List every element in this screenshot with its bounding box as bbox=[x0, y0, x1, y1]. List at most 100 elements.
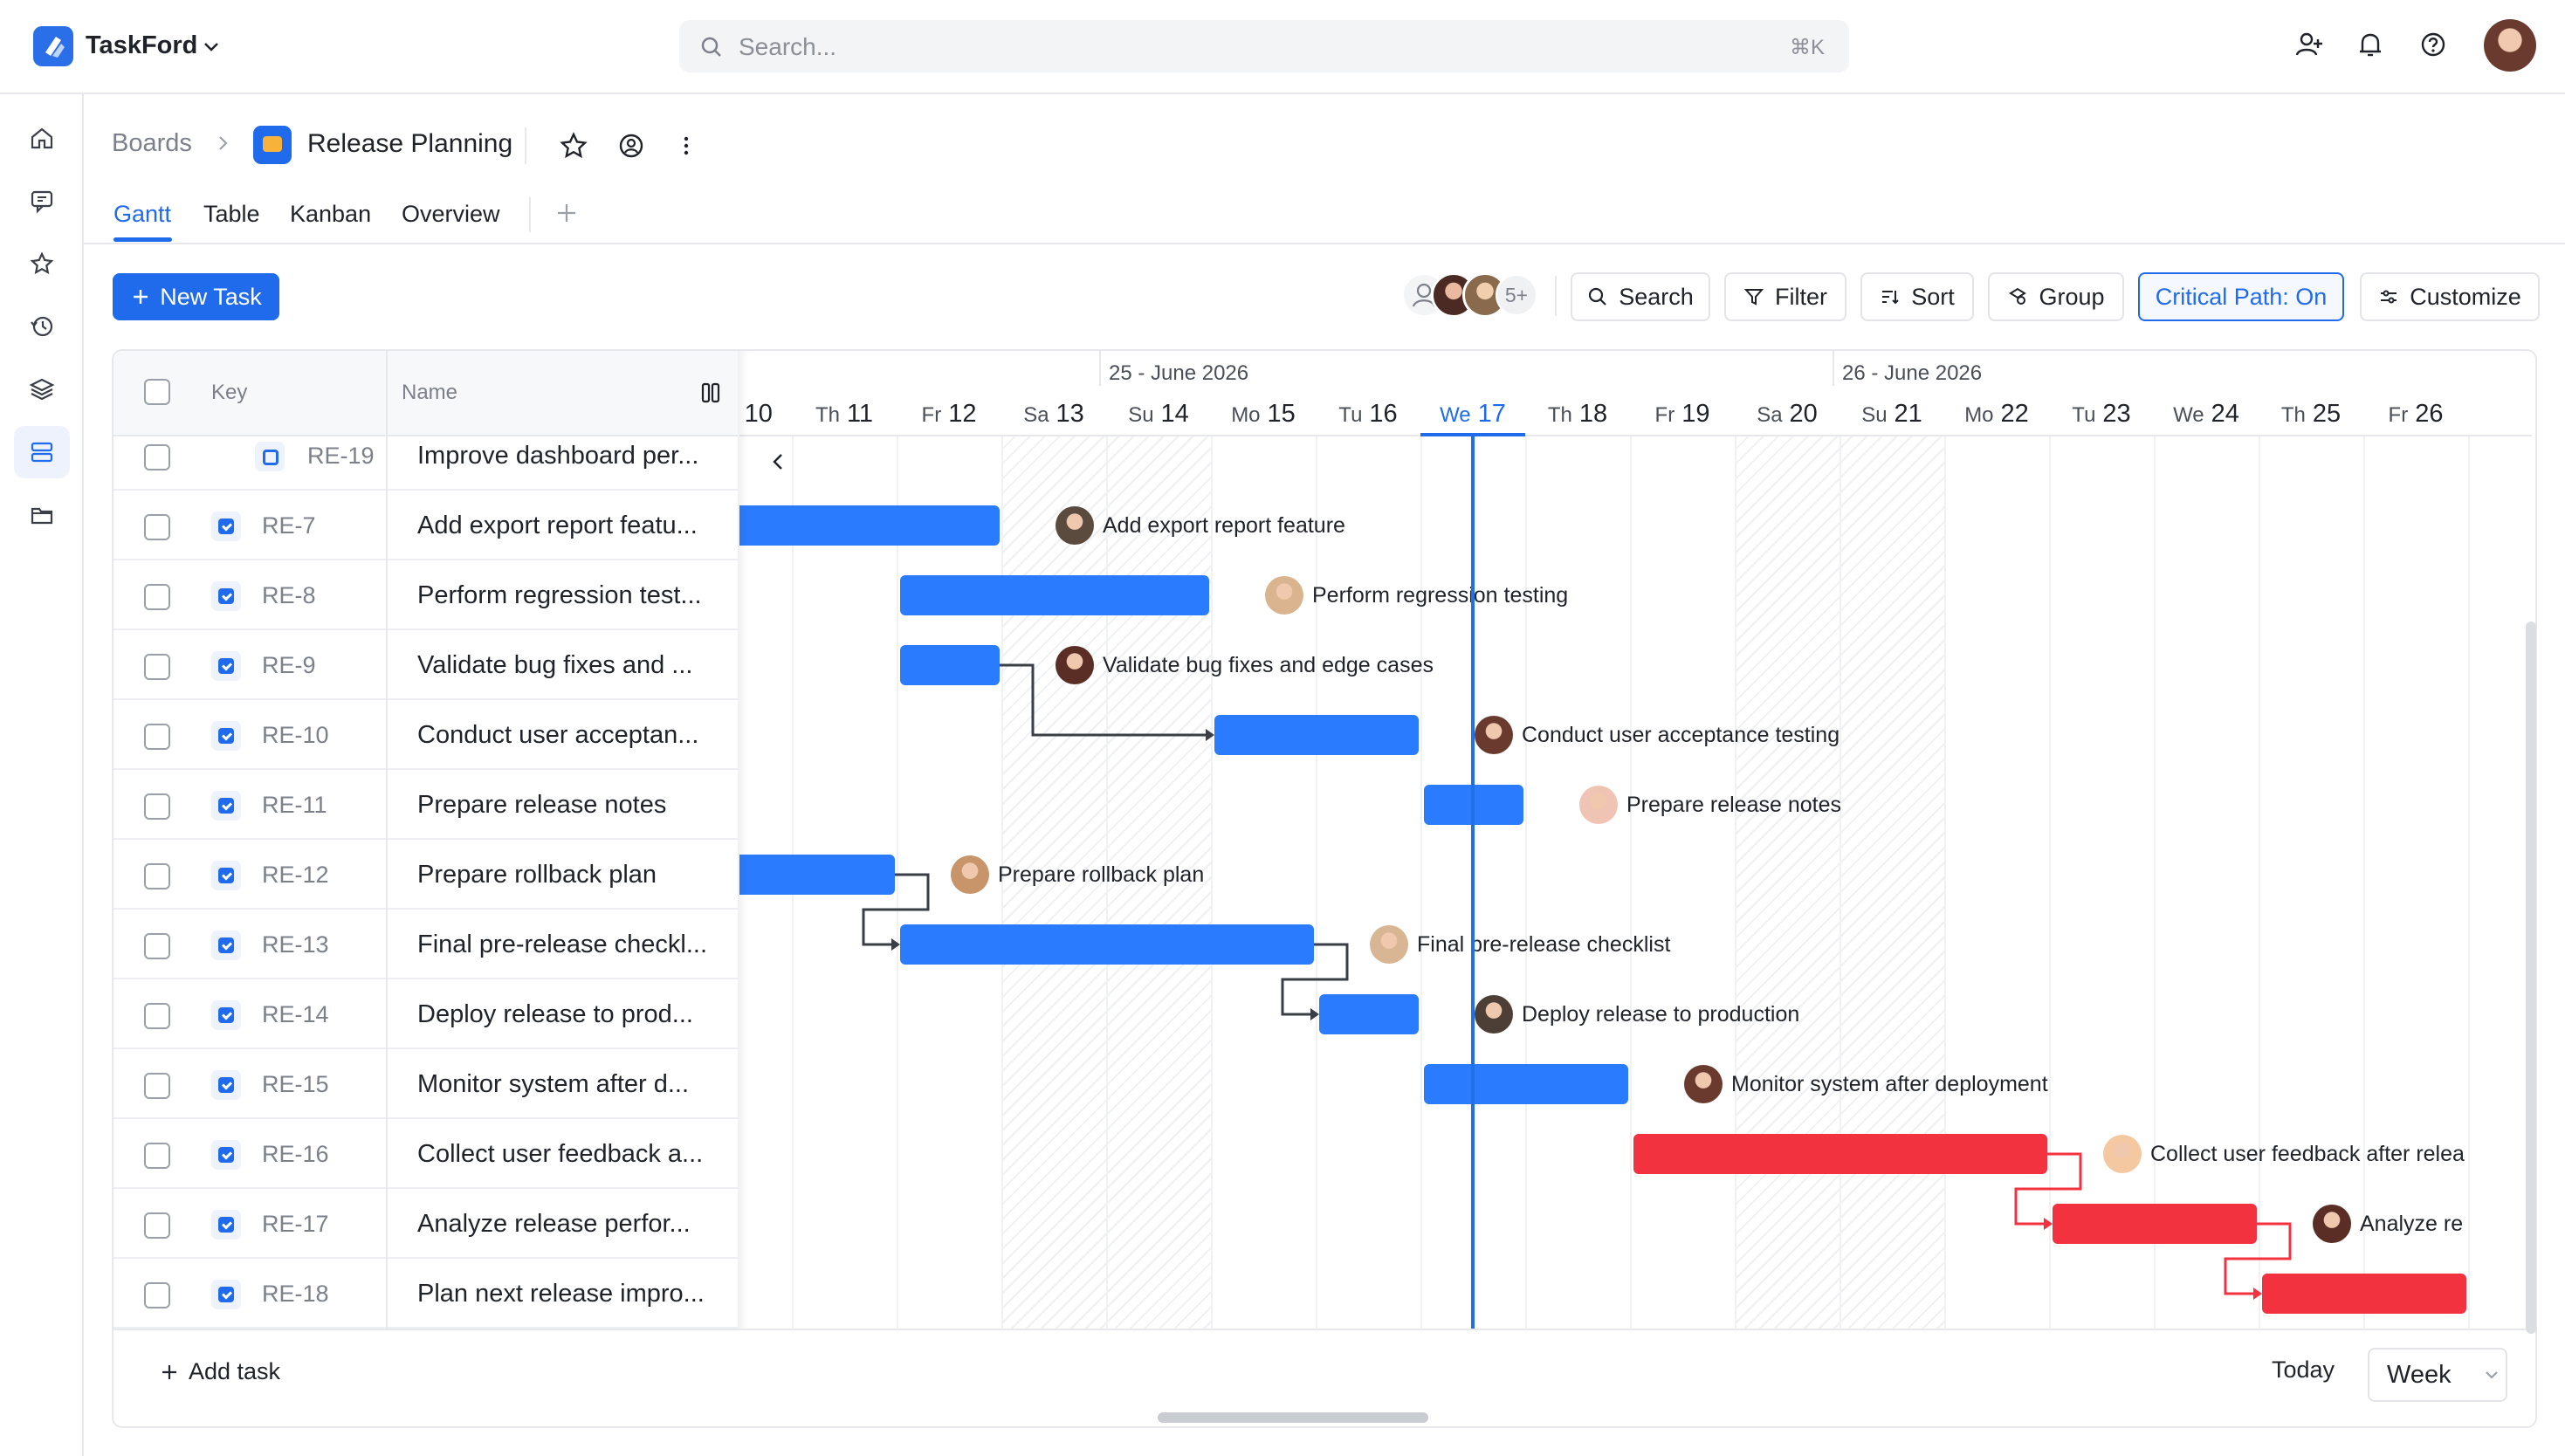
taskford-logo-icon[interactable] bbox=[33, 26, 73, 66]
dependency-link[interactable] bbox=[2014, 1152, 2082, 1226]
sidebar-item-messages[interactable] bbox=[14, 175, 70, 227]
row-checkbox[interactable] bbox=[144, 1003, 170, 1029]
sidebar-item-history[interactable] bbox=[14, 300, 70, 353]
row-checkbox[interactable] bbox=[144, 584, 170, 610]
workspace-name[interactable]: TaskFord bbox=[86, 31, 197, 60]
bell-icon[interactable] bbox=[2355, 30, 2385, 59]
task-name[interactable]: Improve dashboard per... bbox=[417, 442, 698, 470]
add-task-button[interactable]: Add task bbox=[159, 1358, 280, 1385]
columns-toggle-icon[interactable] bbox=[700, 381, 721, 405]
table-row[interactable]: RE-17 Analyze release perfor... bbox=[113, 1189, 738, 1259]
table-row[interactable]: RE-11 Prepare release notes bbox=[113, 770, 738, 840]
add-member-icon[interactable] bbox=[2294, 30, 2324, 59]
table-row[interactable]: RE-18 Plan next release impro... bbox=[113, 1259, 738, 1329]
task-key[interactable]: RE-18 bbox=[262, 1281, 329, 1308]
select-all-checkbox[interactable] bbox=[144, 379, 170, 405]
dependency-link[interactable] bbox=[862, 873, 930, 946]
chevron-down-icon[interactable] bbox=[199, 35, 223, 59]
dependency-link[interactable] bbox=[1281, 943, 1349, 1016]
new-task-button[interactable]: New Task bbox=[113, 273, 279, 320]
dependency-link[interactable] bbox=[2224, 1222, 2292, 1295]
task-name[interactable]: Monitor system after d... bbox=[417, 1070, 689, 1099]
today-button[interactable]: Today bbox=[2272, 1356, 2335, 1384]
breadcrumb-boards[interactable]: Boards bbox=[112, 129, 192, 158]
column-header-key[interactable]: Key bbox=[211, 381, 247, 405]
member-avatars[interactable]: 5+ bbox=[1401, 272, 1541, 321]
task-key[interactable]: RE-8 bbox=[262, 582, 316, 609]
task-key[interactable]: RE-11 bbox=[262, 792, 327, 819]
global-search-input[interactable]: Search... ⌘K bbox=[679, 20, 1849, 72]
vertical-scrollbar[interactable] bbox=[2526, 622, 2536, 1334]
task-key[interactable]: RE-14 bbox=[262, 1001, 329, 1028]
critical-path-toggle[interactable]: Critical Path: On bbox=[2138, 272, 2344, 321]
dependency-link[interactable] bbox=[1000, 663, 1209, 737]
table-row[interactable]: RE-15 Monitor system after d... bbox=[113, 1049, 738, 1119]
tab-kanban[interactable]: Kanban bbox=[290, 201, 371, 228]
table-row[interactable]: RE-16 Collect user feedback a... bbox=[113, 1119, 738, 1189]
tab-table[interactable]: Table bbox=[203, 201, 260, 228]
task-name[interactable]: Deploy release to prod... bbox=[417, 1000, 693, 1029]
favorite-star-icon[interactable] bbox=[559, 131, 588, 161]
row-checkbox[interactable] bbox=[144, 933, 170, 959]
time-scale-select[interactable]: Week bbox=[2368, 1348, 2507, 1402]
task-key[interactable]: RE-7 bbox=[262, 512, 316, 539]
add-view-icon[interactable] bbox=[554, 201, 579, 225]
sidebar-item-layers[interactable] bbox=[14, 363, 70, 416]
row-checkbox[interactable] bbox=[144, 1212, 170, 1239]
sidebar-item-files[interactable] bbox=[14, 489, 70, 541]
column-divider[interactable] bbox=[386, 351, 388, 1329]
filter-button[interactable]: Filter bbox=[1724, 272, 1846, 321]
task-name[interactable]: Final pre-release checkl... bbox=[417, 931, 707, 959]
horizontal-scrollbar[interactable] bbox=[1158, 1412, 1428, 1423]
chevron-left-icon[interactable] bbox=[766, 449, 792, 475]
help-icon[interactable] bbox=[2418, 30, 2448, 59]
group-button[interactable]: Group bbox=[1988, 272, 2124, 321]
table-row[interactable]: RE-7 Add export report featu... bbox=[113, 491, 738, 560]
row-checkbox[interactable] bbox=[144, 1143, 170, 1169]
task-name[interactable]: Prepare release notes bbox=[417, 791, 666, 820]
task-name[interactable]: Perform regression test... bbox=[417, 581, 702, 610]
task-key[interactable]: RE-10 bbox=[262, 722, 329, 749]
customize-button[interactable]: Customize bbox=[2360, 272, 2540, 321]
task-key[interactable]: RE-19 bbox=[307, 443, 375, 470]
share-icon[interactable] bbox=[616, 131, 646, 161]
tab-gantt[interactable]: Gantt bbox=[113, 201, 171, 228]
column-header-name[interactable]: Name bbox=[402, 381, 457, 405]
row-checkbox[interactable] bbox=[144, 654, 170, 680]
more-options-icon[interactable] bbox=[677, 131, 695, 161]
row-checkbox[interactable] bbox=[144, 1282, 170, 1308]
task-key[interactable]: RE-13 bbox=[262, 931, 329, 958]
table-row[interactable]: RE-8 Perform regression test... bbox=[113, 560, 738, 630]
sidebar-item-favorites[interactable] bbox=[14, 237, 70, 290]
table-row[interactable]: RE-19 Improve dashboard per... bbox=[113, 436, 738, 491]
task-key[interactable]: RE-17 bbox=[262, 1211, 329, 1238]
sidebar-item-boards[interactable] bbox=[14, 426, 70, 478]
user-avatar[interactable] bbox=[2484, 19, 2536, 72]
task-key[interactable]: RE-12 bbox=[262, 862, 329, 889]
task-name[interactable]: Add export report featu... bbox=[417, 512, 698, 540]
row-checkbox[interactable] bbox=[144, 1073, 170, 1099]
task-name[interactable]: Collect user feedback a... bbox=[417, 1140, 703, 1169]
task-name[interactable]: Prepare rollback plan bbox=[417, 861, 657, 889]
row-checkbox[interactable] bbox=[144, 514, 170, 540]
table-row[interactable]: RE-12 Prepare rollback plan bbox=[113, 840, 738, 910]
sort-button[interactable]: Sort bbox=[1860, 272, 1974, 321]
table-row[interactable]: RE-14 Deploy release to prod... bbox=[113, 979, 738, 1049]
task-key[interactable]: RE-15 bbox=[262, 1071, 329, 1098]
task-name[interactable]: Validate bug fixes and ... bbox=[417, 651, 692, 680]
row-checkbox[interactable] bbox=[144, 863, 170, 889]
task-key[interactable]: RE-9 bbox=[262, 652, 316, 679]
task-name[interactable]: Plan next release impro... bbox=[417, 1280, 705, 1308]
row-checkbox[interactable] bbox=[144, 724, 170, 750]
sidebar-item-home[interactable] bbox=[14, 112, 70, 164]
task-name[interactable]: Conduct user acceptan... bbox=[417, 721, 698, 750]
table-row[interactable]: RE-10 Conduct user acceptan... bbox=[113, 700, 738, 770]
search-button[interactable]: Search bbox=[1571, 272, 1710, 321]
row-checkbox[interactable] bbox=[144, 444, 170, 470]
tab-overview[interactable]: Overview bbox=[402, 201, 500, 228]
row-checkbox[interactable] bbox=[144, 793, 170, 820]
task-name[interactable]: Analyze release perfor... bbox=[417, 1210, 691, 1239]
table-row[interactable]: RE-9 Validate bug fixes and ... bbox=[113, 630, 738, 700]
task-key[interactable]: RE-16 bbox=[262, 1141, 329, 1168]
table-row[interactable]: RE-13 Final pre-release checkl... bbox=[113, 910, 738, 979]
